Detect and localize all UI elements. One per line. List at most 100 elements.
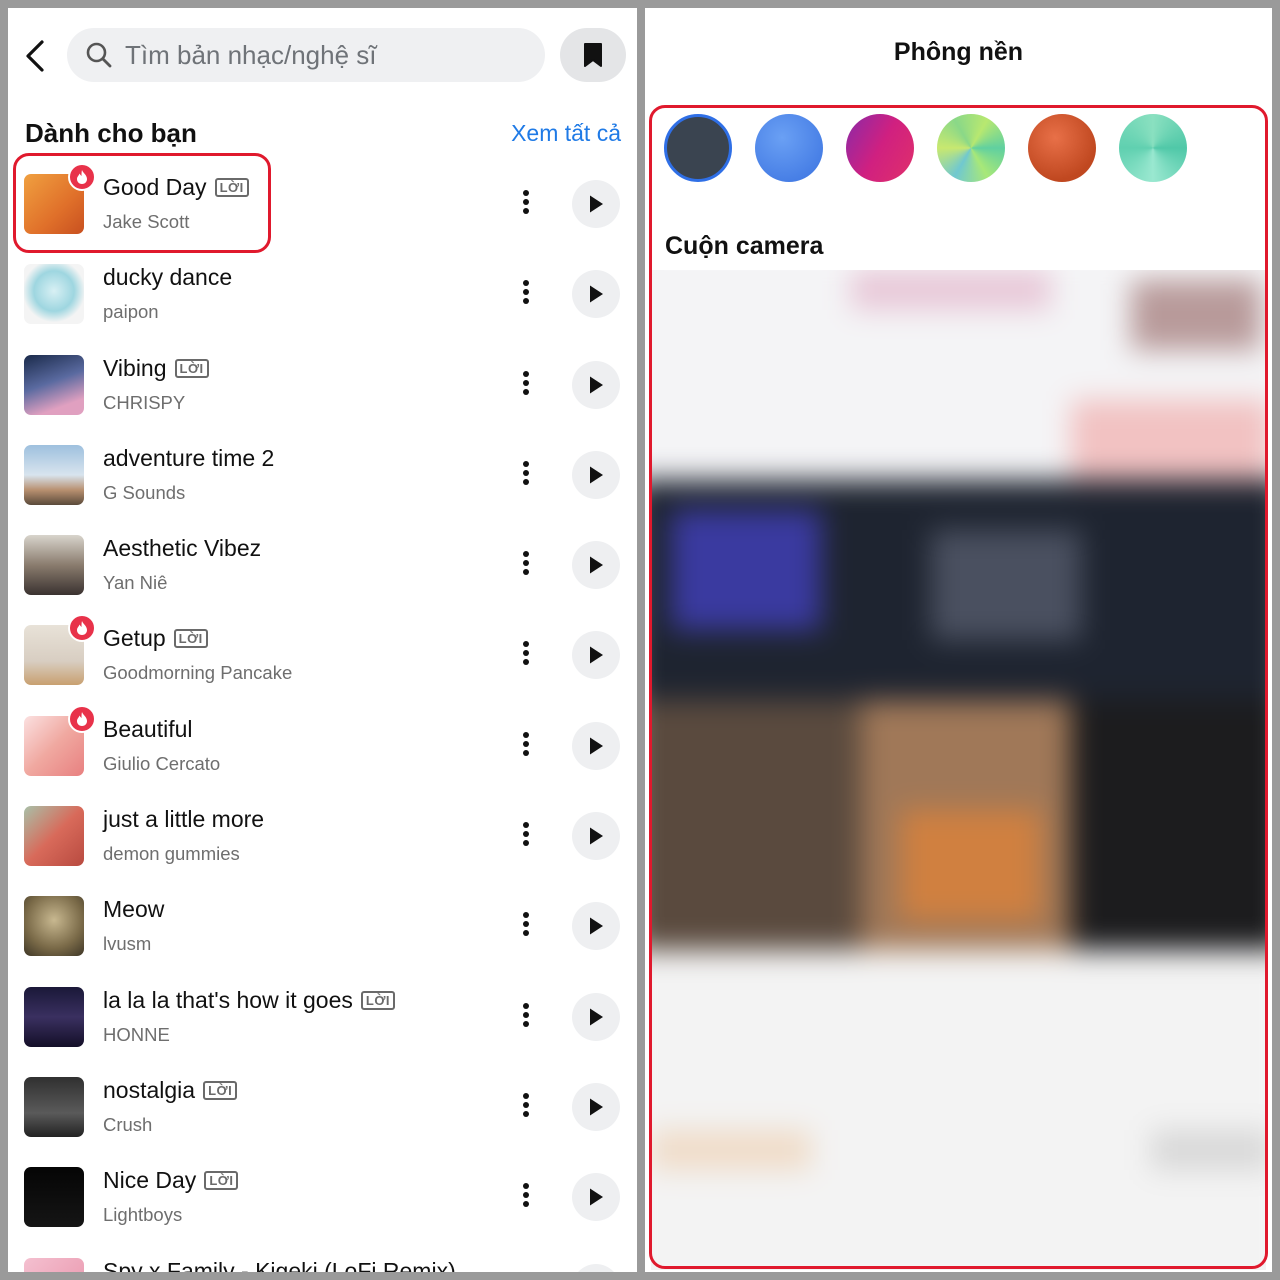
more-options-button[interactable] xyxy=(514,369,538,401)
play-icon xyxy=(590,195,603,213)
more-dot xyxy=(523,298,529,305)
song-row[interactable]: adventure time 2 G Sounds xyxy=(8,429,637,519)
more-dot xyxy=(523,1101,529,1108)
play-icon xyxy=(590,737,603,755)
more-dot xyxy=(523,388,529,395)
play-button[interactable] xyxy=(572,721,620,770)
more-dot xyxy=(523,740,529,747)
album-art xyxy=(24,896,84,957)
more-dot xyxy=(523,478,529,485)
swatch-orange[interactable] xyxy=(1028,114,1096,182)
flame-icon xyxy=(77,621,87,636)
song-artist: demon gummies xyxy=(103,843,240,865)
more-dot xyxy=(523,822,529,829)
play-icon xyxy=(590,285,603,303)
camera-roll-title: Cuộn camera xyxy=(665,232,824,260)
song-title: la la la that's how it goes LỜI xyxy=(103,987,396,1014)
more-options-button[interactable] xyxy=(514,1091,538,1123)
play-button[interactable] xyxy=(572,450,620,499)
song-row[interactable]: Nice Day LỜI Lightboys xyxy=(8,1151,637,1241)
more-options-button[interactable] xyxy=(514,910,538,942)
play-button[interactable] xyxy=(572,631,620,680)
trending-badge xyxy=(68,163,96,191)
play-icon xyxy=(590,1098,603,1116)
song-title: Getup LỜI xyxy=(103,625,208,652)
see-all-link[interactable]: Xem tất cả xyxy=(511,120,621,147)
lyrics-badge: LỜI xyxy=(360,990,396,1010)
more-dot xyxy=(523,551,529,558)
more-dot xyxy=(523,469,529,476)
song-row[interactable]: just a little more demon gummies xyxy=(8,790,637,880)
song-row[interactable]: Good Day LỜI Jake Scott xyxy=(8,158,637,248)
song-row[interactable]: Beautiful Giulio Cercato xyxy=(8,700,637,790)
more-dot xyxy=(523,1011,529,1018)
more-options-button[interactable] xyxy=(514,1181,538,1213)
camera-roll-gallery[interactable] xyxy=(651,270,1266,1270)
more-dot xyxy=(523,560,529,567)
more-dot xyxy=(523,379,529,386)
song-artist: Yan Niê xyxy=(103,572,168,594)
play-button[interactable] xyxy=(572,992,620,1041)
song-row[interactable]: la la la that's how it goes LỜI HONNE xyxy=(8,971,637,1061)
song-artist: Jake Scott xyxy=(103,211,190,232)
album-art xyxy=(24,806,84,867)
song-artist: CHRISPY xyxy=(103,391,186,413)
play-button[interactable] xyxy=(572,180,620,228)
song-row[interactable]: ducky dance paipon xyxy=(8,248,637,338)
song-row[interactable]: nostalgia LỜI Crush xyxy=(8,1061,637,1151)
song-row[interactable]: Meow lvusm xyxy=(8,880,637,970)
more-options-button[interactable] xyxy=(514,1001,538,1033)
song-artist: Crush xyxy=(103,1113,153,1135)
swatch-teal-swirl[interactable] xyxy=(1119,114,1187,182)
saved-button[interactable] xyxy=(560,28,626,82)
blurred-photo-grid xyxy=(651,270,1266,1270)
swatch-green-swirl[interactable] xyxy=(937,114,1005,182)
more-dot xyxy=(523,930,529,937)
swatch-blue[interactable] xyxy=(755,114,823,182)
swatch-magenta[interactable] xyxy=(846,114,914,182)
song-row[interactable]: Aesthetic Vibez Yan Niê xyxy=(8,519,637,609)
more-dot xyxy=(523,831,529,838)
song-title: Meow xyxy=(103,896,164,923)
song-title: adventure time 2 xyxy=(103,445,274,472)
more-dot xyxy=(523,921,529,928)
play-button[interactable] xyxy=(572,541,620,590)
more-options-button[interactable] xyxy=(514,639,538,671)
play-button[interactable] xyxy=(572,1173,620,1222)
more-options-button[interactable] xyxy=(514,188,538,220)
play-button[interactable] xyxy=(572,902,620,951)
play-button[interactable] xyxy=(572,1263,620,1272)
more-options-button[interactable] xyxy=(514,549,538,581)
back-button[interactable] xyxy=(22,38,50,74)
more-options-button[interactable] xyxy=(514,459,538,491)
song-artist: HONNE xyxy=(103,1023,170,1045)
song-list: Good Day LỜI Jake Scott ducky dance paipon Vi… xyxy=(8,158,637,1272)
more-dot xyxy=(523,1092,529,1099)
more-options-button[interactable] xyxy=(514,730,538,762)
swatch-dark-slate[interactable] xyxy=(664,114,732,182)
more-options-button[interactable] xyxy=(514,278,538,310)
album-art xyxy=(24,986,84,1047)
song-title-text: Nice Day xyxy=(103,1167,197,1194)
more-dot xyxy=(523,840,529,847)
search-bar[interactable] xyxy=(67,28,545,82)
more-options-button[interactable] xyxy=(514,820,538,852)
album-art xyxy=(24,1167,84,1228)
song-title: Good Day LỜI xyxy=(103,174,249,201)
song-title-text: Aesthetic Vibez xyxy=(103,535,262,562)
play-button[interactable] xyxy=(572,270,620,319)
song-row[interactable]: Getup LỜI Goodmorning Pancake xyxy=(8,609,637,699)
play-button[interactable] xyxy=(572,1082,620,1131)
song-title-text: Getup xyxy=(103,625,166,652)
play-button[interactable] xyxy=(572,812,620,861)
lyrics-badge: LỜI xyxy=(174,358,209,378)
song-row[interactable]: Spy x Family - Kigeki (LoFi Remix) xyxy=(8,1242,637,1272)
song-title-text: nostalgia xyxy=(103,1076,196,1103)
song-artist: Lightboys xyxy=(103,1204,183,1226)
lyrics-badge: LỜI xyxy=(214,178,249,197)
search-input[interactable] xyxy=(125,39,525,71)
song-title: Vibing LỜI xyxy=(103,355,209,382)
song-row[interactable]: Vibing LỜI CHRISPY xyxy=(8,339,637,429)
more-dot xyxy=(523,370,529,377)
play-button[interactable] xyxy=(572,360,620,409)
